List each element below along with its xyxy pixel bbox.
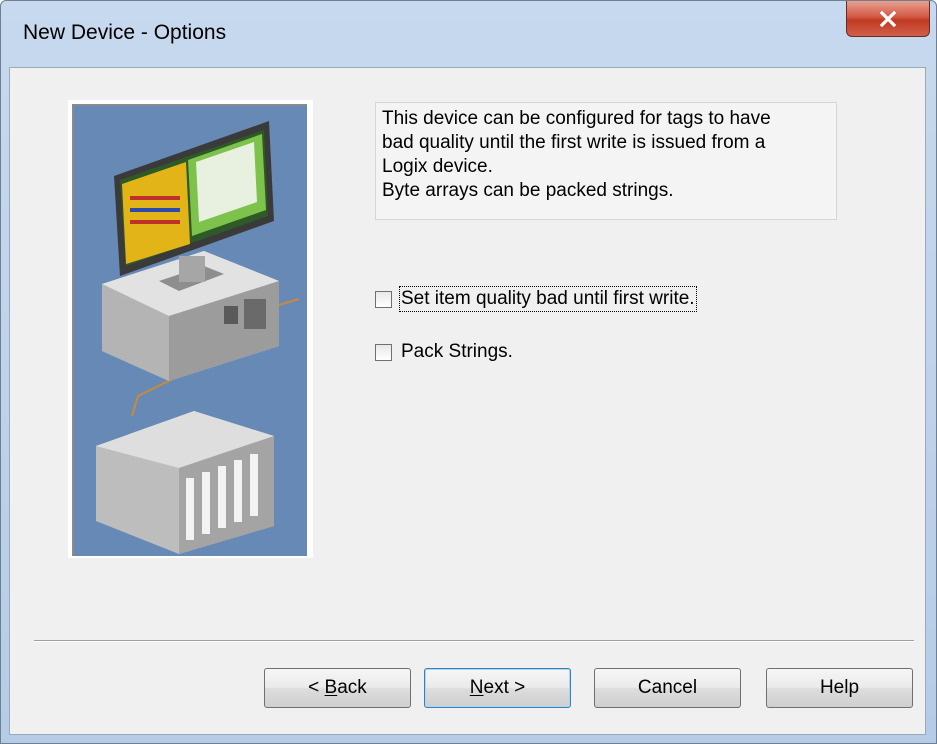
title-bar: New Device - Options [1, 1, 936, 67]
next-button-rest: ext > [483, 677, 526, 698]
illustration-frame [72, 104, 307, 556]
option-pack-strings[interactable]: Pack Strings. [375, 341, 513, 363]
pack-strings-checkbox[interactable] [375, 343, 392, 361]
back-button-rest: ack [337, 677, 367, 698]
description-line: Logix device. [382, 156, 493, 177]
window-title: New Device - Options [23, 21, 227, 44]
next-button[interactable]: Next > [424, 668, 571, 708]
cancel-button-label: Cancel [637, 677, 698, 698]
close-icon [879, 10, 897, 27]
next-button-mnemonic: N [469, 677, 484, 698]
back-button[interactable]: < Back [264, 668, 411, 708]
set-item-quality-checkbox[interactable] [375, 290, 392, 308]
pack-strings-label[interactable]: Pack Strings. [401, 341, 513, 363]
back-button-mnemonic: B [324, 677, 338, 698]
set-item-quality-label[interactable]: Set item quality bad until first write. [399, 286, 697, 312]
option-set-item-quality[interactable]: Set item quality bad until first write. [375, 286, 697, 312]
description-line: This device can be configured for tags t… [382, 108, 771, 129]
computer-plc-graphic [96, 121, 300, 554]
close-button[interactable] [846, 1, 930, 37]
description-line: bad quality until the first write is iss… [382, 132, 766, 153]
help-button[interactable]: Help [766, 668, 913, 708]
device-network-illustration [68, 100, 313, 558]
back-button-prefix: < [308, 677, 325, 698]
cancel-button[interactable]: Cancel [594, 668, 741, 708]
dialog-window: New Device - Options This device can be … [0, 0, 937, 744]
help-button-label: Help [819, 677, 860, 698]
button-separator [34, 640, 914, 642]
description-box: This device can be configured for tags t… [375, 102, 837, 220]
dialog-content: This device can be configured for tags t… [9, 67, 926, 735]
description-line: Byte arrays can be packed strings. [382, 180, 674, 201]
